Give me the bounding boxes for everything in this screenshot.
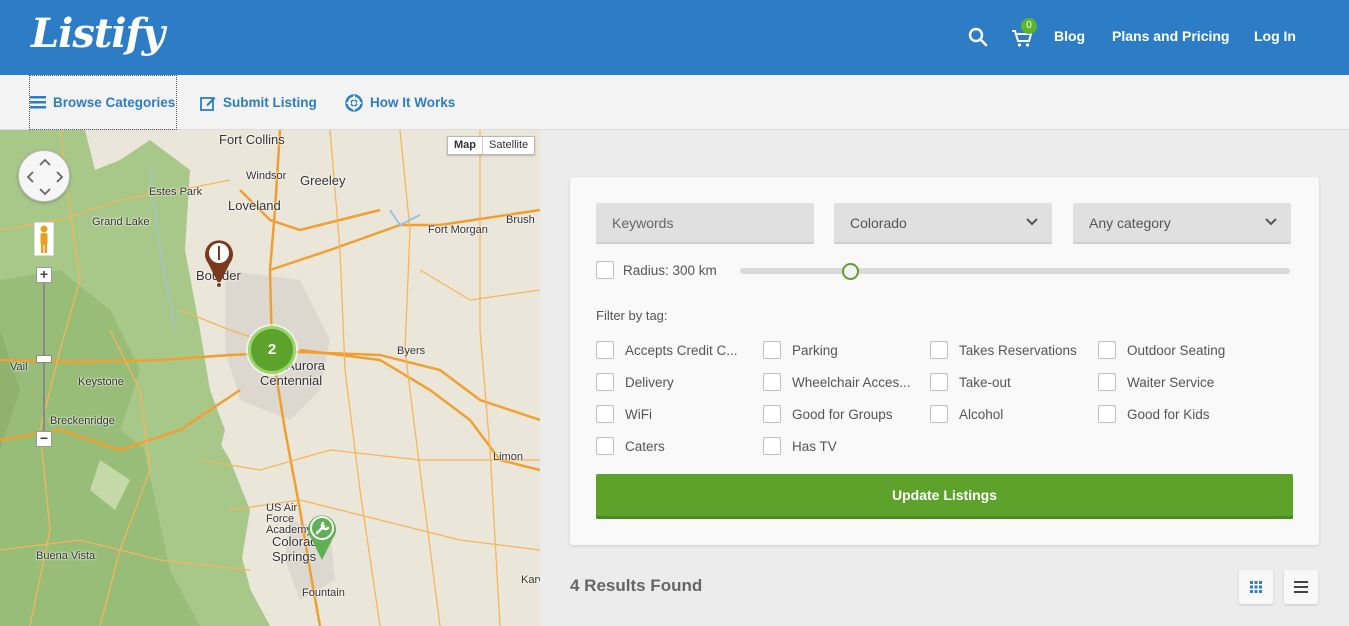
tag-checkbox[interactable] [763,405,781,423]
grid-icon [1250,581,1262,593]
zoom-in-button[interactable]: + [36,267,52,283]
tag-label: Parking [792,343,838,358]
tag-checkbox[interactable] [763,373,781,391]
map-label: Breckenridge [50,415,115,427]
tag-checkbox[interactable] [930,341,948,359]
category-select-value: Any category [1089,215,1171,231]
tag-checkbox[interactable] [1098,341,1116,359]
keywords-input[interactable]: Keywords [596,203,814,244]
tag-label: Good for Groups [792,407,893,422]
tag-label: Take-out [959,375,1011,390]
chevron-down-icon [1265,218,1277,226]
map-type-control: Map Satellite [447,136,536,155]
how-it-works-link[interactable]: How It Works [345,75,455,130]
zoom-slider-knob[interactable] [36,355,52,363]
nav-login-link[interactable]: Log In [1254,28,1296,44]
tag-label: Caters [625,439,665,454]
map-label: Estes Park [149,186,203,198]
tag-label: Delivery [625,375,674,390]
map-label: Karv [521,574,540,586]
map-label: Vail [10,361,28,373]
secondary-nav: Browse Categories Submit Listing How It … [0,75,1349,130]
map-label: Fort Morgan [428,224,488,236]
map-label: Loveland [228,198,281,213]
cart-count-badge: 0 [1021,18,1037,34]
map-label: Fountain [302,587,345,599]
tag-label: Wheelchair Acces... [792,375,911,390]
nav-blog-link[interactable]: Blog [1054,28,1085,44]
update-listings-button[interactable]: Update Listings [596,474,1293,519]
site-header: Listify 0 Blog Plans and Pricing Log In [0,0,1349,75]
map-type-satellite-button[interactable]: Satellite [483,137,534,154]
tag-checkbox[interactable] [763,341,781,359]
tag-checkbox[interactable] [930,405,948,423]
list-view-button[interactable] [1284,570,1318,604]
nav-plans-pricing-link[interactable]: Plans and Pricing [1112,28,1229,44]
tag-label: WiFi [625,407,652,422]
menu-icon [30,96,46,109]
map-pan-control[interactable] [18,150,70,202]
tag-checkbox[interactable] [596,437,614,455]
tag-checkbox[interactable] [1098,405,1116,423]
region-select[interactable]: Colorado [834,203,1052,244]
tag-label: Alcohol [959,407,1004,422]
tag-checkbox[interactable] [596,341,614,359]
tag-checkbox[interactable] [763,437,781,455]
map-label: Fort Collins [219,132,285,147]
how-it-works-label: How It Works [370,95,456,110]
site-logo[interactable]: Listify [31,10,165,57]
submit-listing-link[interactable]: Submit Listing [200,75,317,130]
search-icon[interactable] [968,27,988,47]
tag-label: Good for Kids [1127,407,1210,422]
tag-label: Waiter Service [1127,375,1215,390]
results-count: 4 Results Found [570,576,703,595]
radius-checkbox[interactable] [596,261,614,279]
map-label: Byers [397,345,426,357]
map-label: Limon [493,451,523,463]
listing-marker-restaurant[interactable] [203,237,235,287]
tag-checkbox[interactable] [596,405,614,423]
submit-listing-label: Submit Listing [223,95,317,110]
radius-slider-handle[interactable] [842,263,859,280]
zoom-out-button[interactable]: − [36,431,52,447]
map-label: Buena Vista [36,550,96,562]
tag-label: Outdoor Seating [1127,343,1226,358]
street-view-pegman-icon[interactable] [34,222,54,256]
browse-categories-link[interactable]: Browse Categories [29,75,177,130]
edit-icon [200,96,216,111]
map-label: Brush [506,214,535,226]
listings-map[interactable]: Map Satellite + − Fort Collins Windsor G… [0,130,540,626]
pan-arrows-icon [26,158,64,196]
grid-view-button[interactable] [1239,570,1273,604]
map-label: Greeley [300,173,346,188]
lifebuoy-icon [345,93,363,112]
region-select-value: Colorado [850,215,907,231]
radius-slider-track[interactable] [740,268,1290,274]
category-select[interactable]: Any category [1073,203,1291,244]
map-label: Centennial [260,373,323,388]
list-icon [1294,581,1308,593]
tag-checkbox[interactable] [596,373,614,391]
filter-by-tag-heading: Filter by tag: [596,308,668,323]
listing-marker-service[interactable] [305,512,339,562]
tag-label: Accepts Credit C... [625,343,738,358]
search-filter-panel: Keywords Colorado Any category Radius: 3… [570,177,1319,545]
tag-checkbox[interactable] [1098,373,1116,391]
chevron-down-icon [1026,218,1038,226]
marker-cluster[interactable]: 2 [248,326,296,374]
tag-label: Has TV [792,439,837,454]
map-label: Keystone [78,376,124,388]
map-label: Grand Lake [92,216,150,228]
browse-categories-label: Browse Categories [53,95,176,110]
radius-label: Radius: 300 km [623,263,717,278]
tag-checkbox[interactable] [930,373,948,391]
tag-label: Takes Reservations [959,343,1077,358]
map-label: Windsor [246,170,287,182]
map-type-map-button[interactable]: Map [448,137,483,154]
